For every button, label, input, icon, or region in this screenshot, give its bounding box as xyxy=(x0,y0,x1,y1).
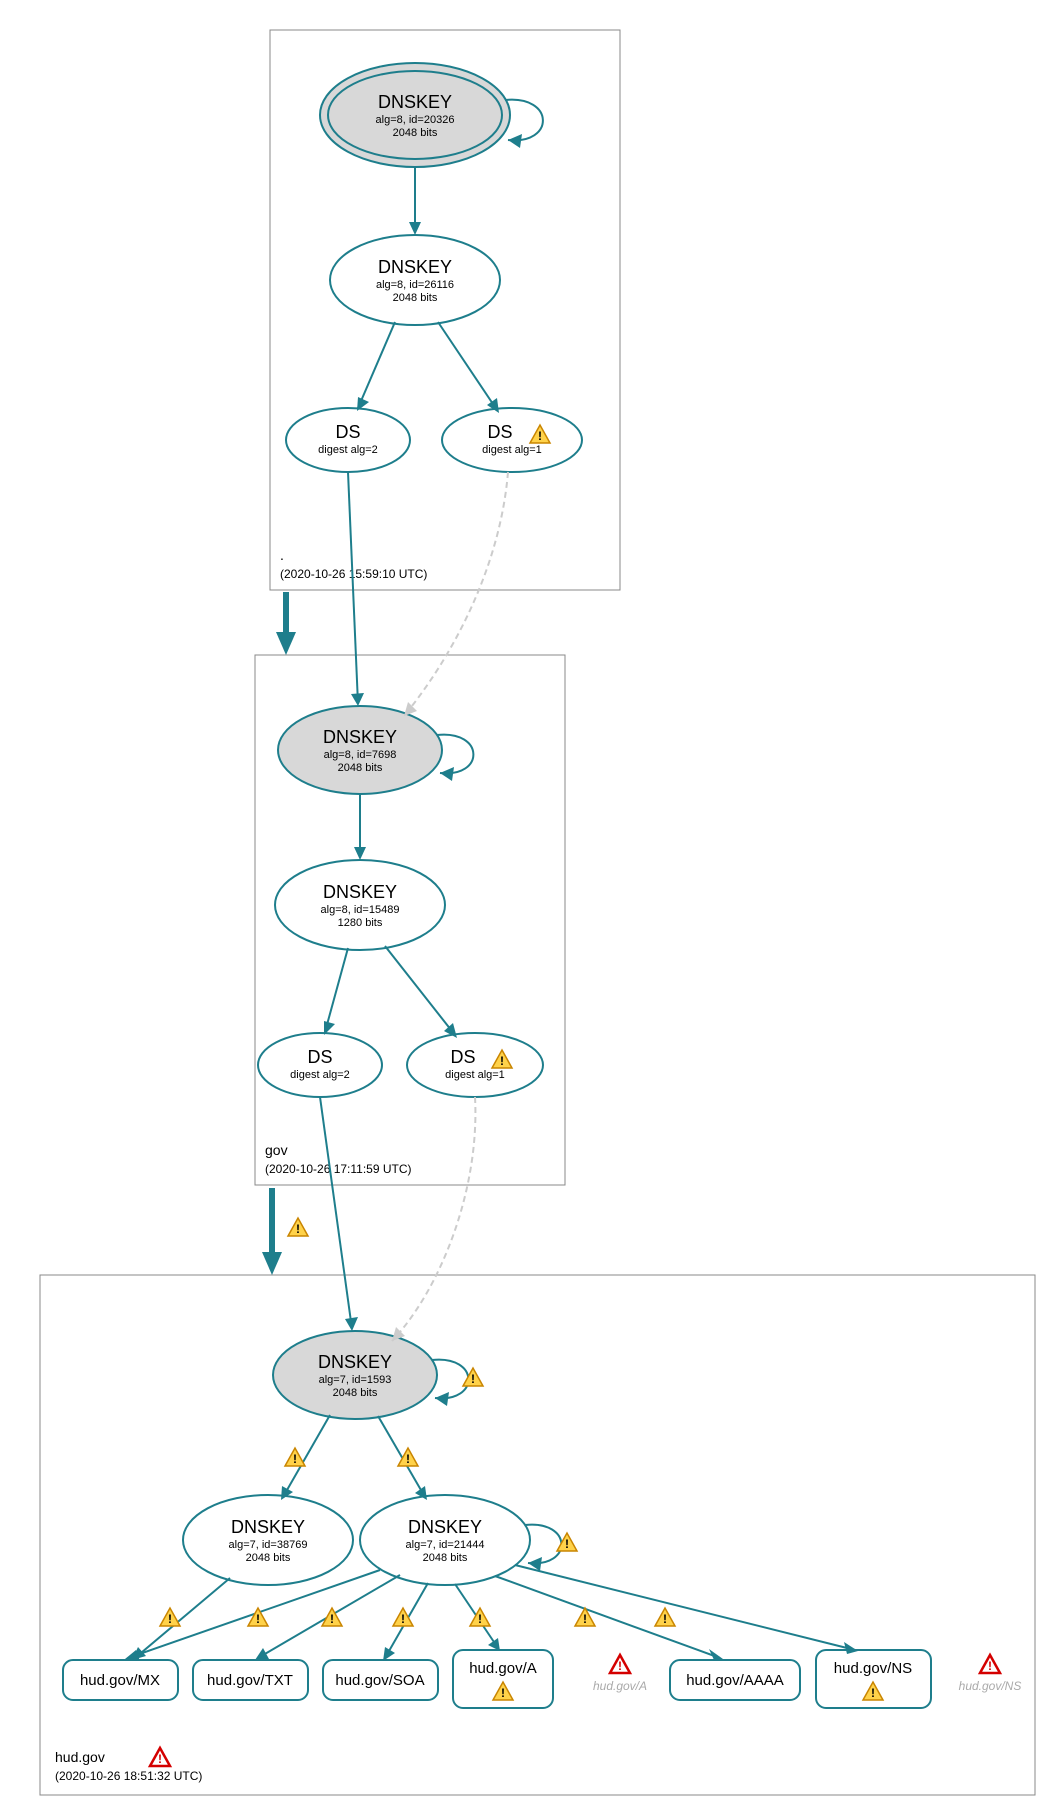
node-hud-zsk1: DNSKEY alg=7, id=38769 2048 bits xyxy=(183,1495,353,1585)
svg-text:2048 bits: 2048 bits xyxy=(333,1387,378,1399)
svg-text:DS: DS xyxy=(450,1047,475,1067)
svg-text:1280 bits: 1280 bits xyxy=(338,917,383,929)
node-gov-ksk: DNSKEY alg=8, id=7698 2048 bits xyxy=(278,706,442,794)
svg-text:DS: DS xyxy=(487,422,512,442)
svg-text:!: ! xyxy=(256,1612,260,1626)
node-rr-soa: hud.gov/SOA xyxy=(323,1660,438,1700)
svg-text:hud.gov/A: hud.gov/A xyxy=(469,1660,537,1677)
warning-icon: ! xyxy=(557,1533,577,1551)
svg-text:2048 bits: 2048 bits xyxy=(423,1552,468,1564)
error-icon: ! xyxy=(610,1655,630,1673)
svg-text:!: ! xyxy=(293,1452,297,1466)
svg-text:alg=8, id=15489: alg=8, id=15489 xyxy=(321,904,400,916)
node-root-ds1: DS digest alg=2 xyxy=(286,408,410,472)
zone-gov-timestamp: (2020-10-26 17:11:59 UTC) xyxy=(265,1162,412,1176)
svg-text:digest alg=2: digest alg=2 xyxy=(290,1069,350,1081)
svg-text:alg=7, id=21444: alg=7, id=21444 xyxy=(406,1539,485,1551)
svg-text:2048 bits: 2048 bits xyxy=(246,1552,291,1564)
svg-text:alg=8, id=7698: alg=8, id=7698 xyxy=(324,749,397,761)
svg-text:!: ! xyxy=(478,1612,482,1626)
svg-text:!: ! xyxy=(988,1659,992,1673)
svg-text:!: ! xyxy=(406,1452,410,1466)
svg-text:!: ! xyxy=(501,1686,505,1700)
node-root-ksk: DNSKEY alg=8, id=20326 2048 bits xyxy=(320,63,510,167)
svg-text:DS: DS xyxy=(335,422,360,442)
zone-root-timestamp: (2020-10-26 15:59:10 UTC) xyxy=(280,567,427,581)
svg-text:DNSKEY: DNSKEY xyxy=(318,1352,392,1372)
svg-text:2048 bits: 2048 bits xyxy=(393,127,438,139)
svg-text:DNSKEY: DNSKEY xyxy=(378,92,452,112)
svg-text:!: ! xyxy=(401,1612,405,1626)
svg-text:2048 bits: 2048 bits xyxy=(393,292,438,304)
node-gov-ds1: DS digest alg=2 xyxy=(258,1033,382,1097)
warning-icon: ! xyxy=(288,1218,308,1236)
svg-text:digest alg=1: digest alg=1 xyxy=(445,1069,505,1081)
svg-text:!: ! xyxy=(565,1537,569,1551)
warning-icon: ! xyxy=(285,1448,305,1466)
svg-text:alg=7, id=1593: alg=7, id=1593 xyxy=(319,1374,392,1386)
ghost-a: hud.gov/A xyxy=(593,1679,647,1693)
warning-icon: ! xyxy=(393,1608,413,1626)
zone-root-label: . xyxy=(280,547,284,563)
svg-text:DNSKEY: DNSKEY xyxy=(378,257,452,277)
svg-text:hud.gov/AAAA: hud.gov/AAAA xyxy=(686,1672,784,1689)
node-hud-zsk2: DNSKEY alg=7, id=21444 2048 bits xyxy=(360,1495,530,1585)
svg-text:alg=8, id=26116: alg=8, id=26116 xyxy=(376,279,454,291)
svg-text:DNSKEY: DNSKEY xyxy=(323,727,397,747)
ghost-ns: hud.gov/NS xyxy=(959,1679,1022,1693)
svg-text:hud.gov/SOA: hud.gov/SOA xyxy=(335,1672,424,1689)
warning-icon: ! xyxy=(160,1608,180,1626)
svg-text:!: ! xyxy=(158,1752,162,1766)
svg-text:!: ! xyxy=(500,1054,504,1068)
node-rr-txt: hud.gov/TXT xyxy=(193,1660,308,1700)
svg-text:hud.gov/TXT: hud.gov/TXT xyxy=(207,1672,293,1689)
zone-hud-label: hud.gov xyxy=(55,1749,105,1765)
node-root-zsk: DNSKEY alg=8, id=26116 2048 bits xyxy=(330,235,500,325)
svg-text:DNSKEY: DNSKEY xyxy=(408,1517,482,1537)
zone-hud-timestamp: (2020-10-26 18:51:32 UTC) xyxy=(55,1769,202,1783)
svg-text:hud.gov/NS: hud.gov/NS xyxy=(834,1660,912,1677)
svg-text:digest alg=1: digest alg=1 xyxy=(482,444,542,456)
svg-text:2048 bits: 2048 bits xyxy=(338,762,383,774)
node-gov-ds2: DS digest alg=1 xyxy=(407,1033,543,1097)
svg-text:alg=7, id=38769: alg=7, id=38769 xyxy=(229,1539,308,1551)
svg-text:!: ! xyxy=(583,1612,587,1626)
node-hud-ksk: DNSKEY alg=7, id=1593 2048 bits xyxy=(273,1331,437,1419)
svg-text:DNSKEY: DNSKEY xyxy=(231,1517,305,1537)
svg-text:!: ! xyxy=(330,1612,334,1626)
node-rr-mx: hud.gov/MX xyxy=(63,1660,178,1700)
svg-text:alg=8, id=20326: alg=8, id=20326 xyxy=(376,114,455,126)
svg-text:DS: DS xyxy=(307,1047,332,1067)
error-icon: ! xyxy=(150,1748,170,1766)
svg-text:!: ! xyxy=(618,1659,622,1673)
warning-icon: ! xyxy=(655,1608,675,1626)
svg-text:!: ! xyxy=(471,1372,475,1386)
error-icon: ! xyxy=(980,1655,1000,1673)
svg-text:digest alg=2: digest alg=2 xyxy=(318,444,378,456)
svg-text:!: ! xyxy=(663,1612,667,1626)
svg-text:hud.gov/MX: hud.gov/MX xyxy=(80,1672,160,1689)
svg-text:!: ! xyxy=(538,429,542,443)
svg-text:DNSKEY: DNSKEY xyxy=(323,882,397,902)
svg-text:!: ! xyxy=(871,1686,875,1700)
node-rr-aaaa: hud.gov/AAAA xyxy=(670,1660,800,1700)
svg-text:!: ! xyxy=(296,1222,300,1236)
zone-gov-label: gov xyxy=(265,1142,288,1158)
svg-text:!: ! xyxy=(168,1612,172,1626)
node-gov-zsk: DNSKEY alg=8, id=15489 1280 bits xyxy=(275,860,445,950)
node-root-ds2: DS digest alg=1 xyxy=(442,408,582,472)
